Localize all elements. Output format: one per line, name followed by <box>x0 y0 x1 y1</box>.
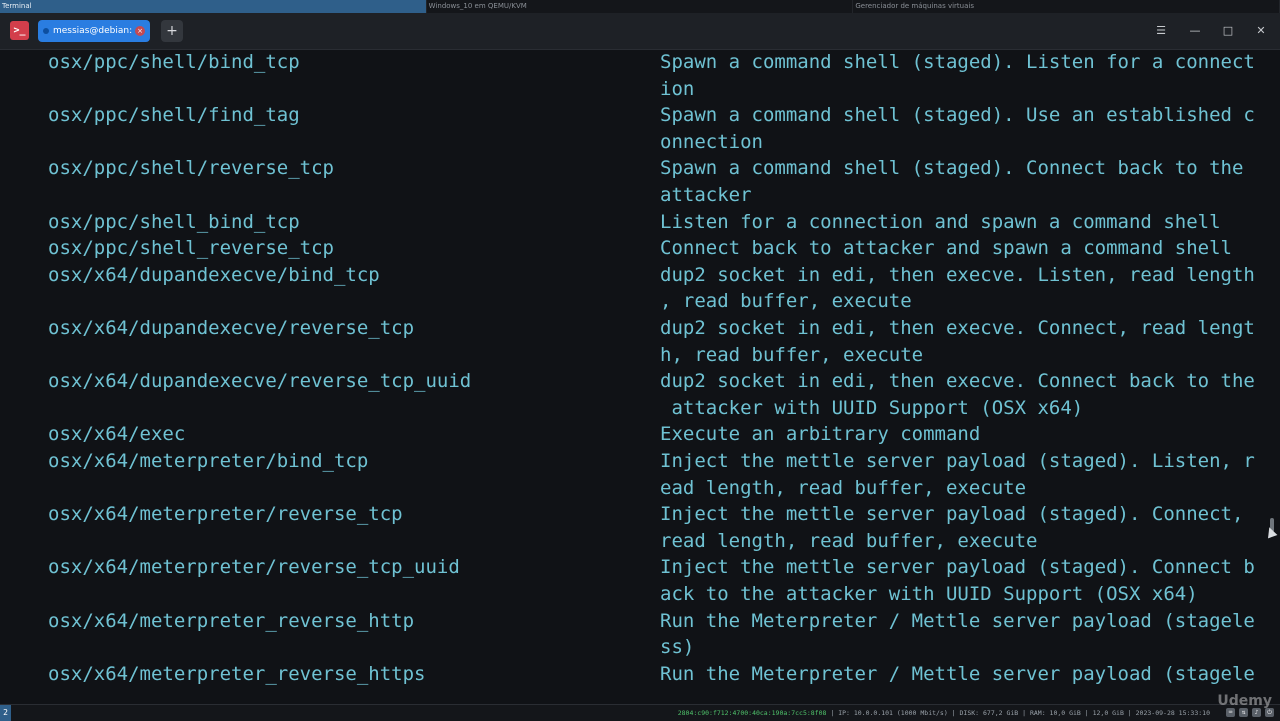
payload-name: osx/ppc/shell/bind_tcp <box>48 51 300 73</box>
payload-description: attacker with UUID Support (OSX x64) <box>660 396 1084 419</box>
payload-name: osx/x64/dupandexecve/reverse_tcp_uuid <box>48 370 472 393</box>
ipv6-address: 2804:c90:f712:4700:40ca:190a:7cc5:8f08 <box>677 709 827 717</box>
keyboard-icon[interactable]: ⌨ <box>1226 708 1235 717</box>
payload-name: osx/x64/meterpreter_reverse_https <box>48 662 426 685</box>
terminal-line: h, read buffer, execute <box>0 342 1268 369</box>
payload-description: dup2 socket in edi, then execve. Listen,… <box>660 263 1255 286</box>
terminal-line: read length, read buffer, execute <box>0 528 1268 555</box>
taskbar-item-terminal[interactable]: Terminal <box>0 0 427 13</box>
terminal-line: onnection <box>0 129 1268 156</box>
tab-close-icon[interactable]: × <box>135 26 145 36</box>
payload-description: , read buffer, execute <box>660 290 912 313</box>
payload-name: osx/ppc/shell/reverse_tcp <box>48 157 334 180</box>
payload-description: ack to the attacker with UUID Support (O… <box>660 583 1198 605</box>
payload-description: Inject the mettle server payload (staged… <box>660 450 1255 472</box>
clock: 2023-09-28 15:33:10 <box>1135 709 1210 717</box>
close-icon[interactable]: ✕ <box>1252 22 1270 40</box>
minimize-icon[interactable]: — <box>1186 22 1204 40</box>
payload-description: Connect back to attacker and spawn a com… <box>660 237 1232 260</box>
terminal-line: osx/x64/meterpreter/reverse_tcp Inject th… <box>0 501 1268 528</box>
terminal-line: osx/ppc/shell/find_tag Spawn a command sh… <box>0 102 1268 129</box>
terminal-header-bar: >_ messias@debian: ~ × + ☰ — □ ✕ <box>0 13 1280 50</box>
payload-description: Spawn a command shell (staged). Use an e… <box>660 104 1255 127</box>
workspace-indicator[interactable]: 2 <box>0 705 11 721</box>
payload-description: Inject the mettle server payload (staged… <box>660 556 1255 579</box>
terminal-line: osx/ppc/shell_bind_tcp Listen for a conne… <box>0 209 1268 236</box>
payload-description: Execute an arbitrary command <box>660 423 981 446</box>
payload-name: osx/x64/meterpreter/reverse_tcp <box>48 503 403 526</box>
terminal-line: osx/x64/meterpreter_reverse_http Run the … <box>0 608 1268 635</box>
terminal-line: osx/ppc/shell_reverse_tcp Connect back to… <box>0 235 1268 262</box>
disk-usage: DISK: 677,2 GiB <box>959 709 1019 717</box>
power-icon[interactable]: ⏻ <box>1265 708 1274 717</box>
payload-description: dup2 socket in edi, then execve. Connect… <box>660 370 1255 393</box>
udemy-watermark: Udemy <box>1217 693 1272 709</box>
tab-status-icon <box>43 28 49 34</box>
payload-name: osx/ppc/shell_reverse_tcp <box>48 237 334 260</box>
taskbar-item-windows-vm[interactable]: Windows_10 em QEMU/KVM <box>427 0 854 13</box>
terminal-line: ead length, read buffer, execute <box>0 475 1268 502</box>
taskbar-item-vm-manager[interactable]: Gerenciador de máquinas virtuais <box>853 0 1280 13</box>
volume-icon[interactable]: ♪ <box>1252 708 1261 717</box>
new-tab-button[interactable]: + <box>161 20 183 42</box>
terminal-line: osx/ppc/shell/reverse_tcp Spawn a command… <box>0 155 1268 182</box>
payload-name: osx/x64/exec <box>48 423 186 446</box>
tab-title: messias@debian: ~ <box>53 26 143 36</box>
payload-name: osx/x64/meterpreter/bind_tcp <box>48 450 369 472</box>
ip-address: IP: 10.0.0.101 (1000 Mbit/s) <box>838 709 948 717</box>
payload-description: ion <box>660 77 695 100</box>
terminal-line: osx/x64/dupandexecve/reverse_tcp_uuid dup… <box>0 368 1268 395</box>
payload-name: osx/ppc/shell/find_tag <box>48 104 300 127</box>
payload-name: osx/x64/dupandexecve/bind_tcp <box>48 263 380 286</box>
bottom-status-bar: 2 2804:c90:f712:4700:40ca:190a:7cc5:8f08… <box>0 704 1280 721</box>
payload-description: Inject the mettle server payload (staged… <box>660 503 1244 526</box>
system-tray: ⌨ ⇅ ♪ ⏻ <box>1226 708 1274 717</box>
payload-description: read length, read buffer, execute <box>660 529 1038 552</box>
payload-description: ead length, read buffer, execute <box>660 476 1027 499</box>
terminal-line: attacker <box>0 182 1268 209</box>
terminal-line: , read buffer, execute <box>0 288 1268 315</box>
terminal-line: osx/x64/meterpreter/bind_tcp Inject the m… <box>0 448 1268 475</box>
top-taskbar: Terminal Windows_10 em QEMU/KVM Gerencia… <box>0 0 1280 13</box>
terminal-line: ack to the attacker with UUID Support (O… <box>0 581 1268 608</box>
terminal-line: attacker with UUID Support (OSX x64) <box>0 395 1268 422</box>
tab-terminal-session[interactable]: messias@debian: ~ × <box>38 20 150 42</box>
payload-name: osx/x64/meterpreter/reverse_tcp_uuid <box>48 556 460 579</box>
payload-description: Spawn a command shell (staged). Connect … <box>660 157 1244 180</box>
terminal-line: osx/x64/exec Execute an arbitrary command <box>0 421 1268 448</box>
menu-icon[interactable]: ☰ <box>1152 22 1170 40</box>
ram-usage: RAM: 10,0 GiB | 12,0 GiB <box>1029 709 1124 717</box>
terminal-line: osx/x64/meterpreter_reverse_https Run the… <box>0 661 1268 688</box>
payload-description: Spawn a command shell (staged). Listen f… <box>660 51 1255 73</box>
payload-description: Run the Meterpreter / Mettle server payl… <box>660 662 1255 685</box>
maximize-icon[interactable]: □ <box>1219 22 1237 40</box>
network-icon[interactable]: ⇅ <box>1239 708 1248 717</box>
payload-description: dup2 socket in edi, then execve. Connect… <box>660 317 1255 339</box>
payload-name: osx/x64/dupandexecve/reverse_tcp <box>48 317 415 339</box>
terminal-line: ion <box>0 76 1268 103</box>
payload-description: onnection <box>660 130 763 153</box>
terminal-output[interactable]: osx/ppc/shell/bind_tcp Spawn a command sh… <box>0 50 1280 694</box>
payload-description: h, read buffer, execute <box>660 343 924 366</box>
terminal-app-icon[interactable]: >_ <box>10 21 29 40</box>
terminal-line: osx/x64/meterpreter/reverse_tcp_uuid Inje… <box>0 554 1268 581</box>
payload-name: osx/ppc/shell_bind_tcp <box>48 210 300 233</box>
system-status: 2804:c90:f712:4700:40ca:190a:7cc5:8f08 |… <box>677 709 1210 717</box>
payload-description: ss) <box>660 636 695 659</box>
payload-name: osx/x64/meterpreter_reverse_http <box>48 609 415 632</box>
terminal-line: osx/x64/dupandexecve/bind_tcp dup2 socket… <box>0 262 1268 289</box>
payload-description: attacker <box>660 184 752 206</box>
payload-description: Listen for a connection and spawn a comm… <box>660 210 1221 233</box>
terminal-line: ss) <box>0 634 1268 661</box>
payload-description: Run the Meterpreter / Mettle server payl… <box>660 609 1255 632</box>
terminal-line: osx/ppc/shell/bind_tcp Spawn a command sh… <box>0 50 1268 76</box>
terminal-line: osx/x64/dupandexecve/reverse_tcp dup2 soc… <box>0 315 1268 342</box>
